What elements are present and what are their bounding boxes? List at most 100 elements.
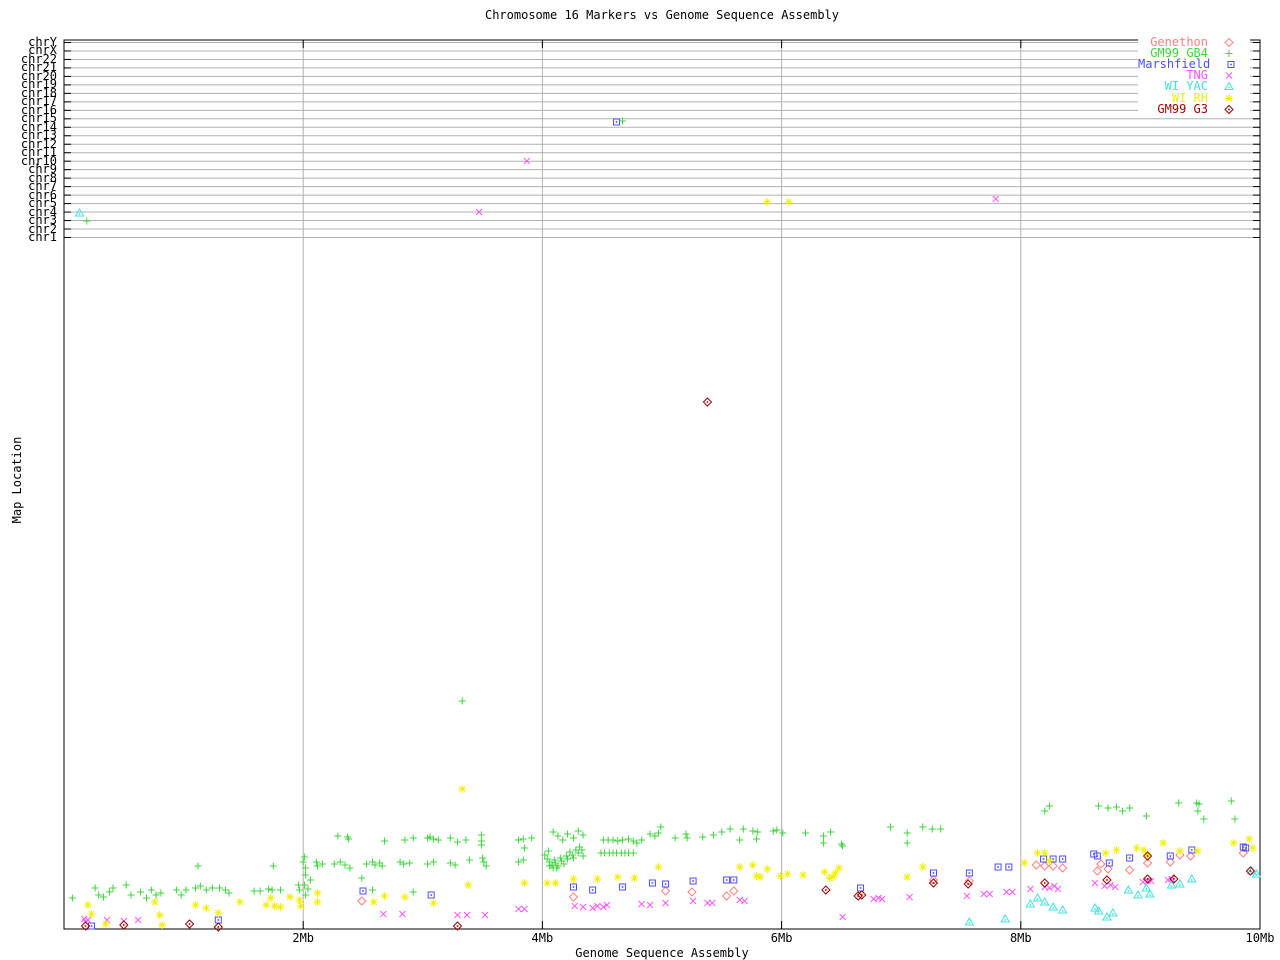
data-point [1048,901,1058,911]
data-point [1126,854,1134,862]
data-point [409,834,417,842]
data-point [821,885,831,895]
data-point [1118,807,1126,815]
data-point [1033,849,1042,857]
data-point [276,886,284,894]
data-point [109,884,117,892]
data-point [1009,888,1016,896]
data-point [465,856,473,864]
data-point [986,890,994,898]
series-gm99-gb4 [68,117,1239,902]
series-genethon [357,848,1248,906]
data-point [1092,866,1103,876]
data-point [363,860,371,868]
data-point [266,894,275,902]
data-point [756,873,765,881]
data-point [313,898,322,906]
data-point [268,886,276,894]
data-point [357,896,367,906]
chromosome-marker-plot: Chromosome 16 Markers vs Genome Sequence… [0,0,1280,960]
data-point [358,874,366,882]
legend-marker-plus-icon [1208,48,1250,59]
data-point [619,883,627,891]
data-point [334,832,342,840]
data-point [202,886,210,894]
data-point [729,886,739,896]
data-point [399,910,406,918]
data-point [609,836,617,844]
data-point [752,835,760,843]
data-point [202,904,211,912]
data-point [213,922,223,932]
data-point [1091,879,1099,887]
legend-marker-open-diamond-icon [1208,37,1250,48]
data-point [773,826,781,834]
data-point [214,909,223,917]
data-point [276,903,285,911]
data-point [1020,859,1029,867]
data-point [579,903,587,911]
data-point [906,893,913,901]
data-point [614,837,622,845]
data-point [134,916,142,924]
data-point [562,852,570,860]
data-point [779,829,787,837]
legend-marker-triangle-dot-icon [1208,81,1250,92]
data-point [671,834,679,842]
data-point [629,849,637,857]
data-point [101,920,110,928]
data-point [748,861,757,869]
data-point [1132,844,1141,852]
data-point [68,894,76,902]
data-point [265,885,273,893]
data-point [886,823,894,831]
data-point [429,899,438,907]
data-point [215,884,223,892]
data-point [736,836,744,844]
data-point [477,831,485,839]
data-point [551,879,560,887]
data-point [299,858,307,866]
data-point [458,697,466,705]
data-point [1096,859,1106,869]
data-point [571,902,579,910]
data-point [1142,812,1150,820]
data-point [1229,839,1238,847]
data-point [579,831,587,839]
data-point [1102,875,1112,885]
data-point [903,839,911,847]
data-point [1112,803,1120,811]
data-point [689,877,697,885]
legend-marker-square-dot-icon [1210,59,1252,70]
data-point [769,827,777,835]
data-point [1227,797,1235,805]
data-point [662,880,670,888]
data-point [313,889,322,897]
legend: Genethon GM99 GB4 Marshfield TNG WI YAC WI RH… [1138,36,1250,116]
data-point [638,900,646,908]
data-point [477,841,485,849]
data-point [155,911,164,919]
data-point [464,881,473,889]
data-point [741,897,748,905]
y-tick-label-chr1: chr1 [28,229,57,244]
data-point [721,891,732,901]
data-point [593,875,602,883]
legend-glyph [1225,50,1233,58]
data-point [613,873,622,881]
data-point [446,834,454,842]
data-point [1046,802,1053,810]
data-point [150,898,159,906]
x-tick-label-6Mb: 6Mb [770,931,793,945]
data-point [520,844,528,852]
data-point [172,886,180,894]
data-point [654,829,662,837]
series-wi-yac [74,207,1262,926]
data-point [662,899,669,907]
data-point [87,910,96,918]
data-point [682,830,690,838]
data-point [479,854,487,862]
data-point [723,876,731,884]
data-point [1003,888,1010,896]
data-point [312,858,320,866]
